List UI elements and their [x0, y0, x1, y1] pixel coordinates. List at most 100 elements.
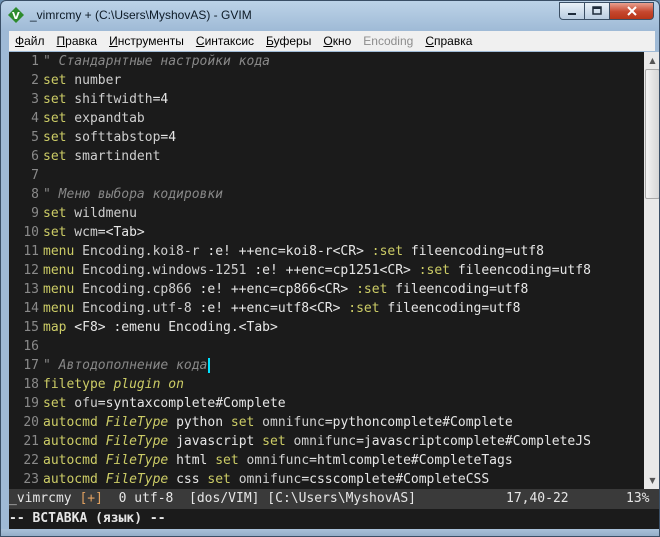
code-token: filetype [43, 377, 106, 392]
code-token: :e! ++enc=cp1251<CR> [254, 263, 419, 278]
scrollbar-thumb[interactable] [645, 69, 659, 199]
code-token: autocmd [43, 434, 98, 449]
code-token: menu [43, 282, 75, 297]
title-bar[interactable]: V _vimrcmy + (C:\Users\MyshovAS) - GVIM [1, 1, 659, 29]
code-token: =csscomplete#CompleteCSS [301, 472, 490, 487]
code-token: wildmenu [66, 206, 137, 221]
code-token: set [43, 396, 67, 411]
maximize-button[interactable] [585, 2, 610, 20]
code-token: Encoding.windows-1251 [74, 263, 255, 278]
code-line: 21 autocmd FileType javascript set omnifu… [9, 432, 644, 451]
svg-text:V: V [12, 11, 20, 22]
code-token: javascript [168, 434, 263, 449]
code-token: omnifunc [254, 415, 325, 430]
maximize-icon [592, 6, 602, 15]
gvim-window: V _vimrcmy + (C:\Users\MyshovAS) - GVIM … [0, 0, 660, 537]
code-line: 4 set expandtab [9, 109, 644, 128]
code-token: Encoding.utf-8 [74, 301, 200, 316]
code-line: 14 menu Encoding.utf-8 :e! ++enc=utf8<CR>… [9, 299, 644, 318]
line-number: 11 [23, 244, 39, 259]
line-number: 1 [31, 54, 39, 69]
code-line: 9 set wildmenu [9, 204, 644, 223]
menu-item-1[interactable]: Правка [51, 34, 104, 48]
code-token: set [230, 415, 255, 430]
text-cursor [208, 358, 211, 373]
code-token: plugin on [105, 377, 184, 392]
menu-item-label: нструменты [117, 34, 184, 48]
code-token: =pythoncomplete#Complete [324, 415, 513, 430]
code-line: 15 map <F8> :emenu Encoding.<Tab> [9, 318, 644, 337]
code-token: " Автодополнение кода [43, 358, 208, 373]
status-file-info: 0 utf-8 [dos/VIM] [C:\Users\MyshovAS] [102, 491, 417, 506]
code-line: 16 [9, 337, 644, 356]
code-token: fileencoding=utf8 [450, 263, 591, 278]
status-filename: _vimrcmy [9, 491, 80, 506]
menu-item-label: айл [24, 34, 45, 48]
code-token: set [43, 73, 67, 88]
code-token: FileType [97, 453, 169, 468]
menu-item-label: кно [332, 34, 352, 48]
code-token: " Меню выбора кодировки [43, 187, 224, 202]
menu-bar: Файл Правка Инструменты Синтаксис Буферы Окно… [9, 31, 655, 51]
menu-item-7[interactable]: Справка [419, 34, 478, 48]
line-number: 7 [31, 168, 39, 183]
menu-item-4[interactable]: Буферы [260, 34, 317, 48]
menu-item-5[interactable]: Окно [317, 34, 357, 48]
code-token: fileencoding=utf8 [387, 282, 529, 297]
line-number: 14 [23, 301, 39, 316]
line-number: 8 [31, 187, 39, 202]
menu-item-label: уферы [273, 34, 312, 48]
menu-item-3[interactable]: Синтаксис [190, 34, 260, 48]
line-number: 21 [23, 434, 39, 449]
code-token: " Стандарнтные настройки кода [43, 54, 270, 69]
window-bottom-border [1, 529, 659, 536]
close-button[interactable] [610, 2, 654, 20]
menu-item-label: Encoding [363, 34, 414, 48]
code-token: =<Tab> [97, 225, 145, 240]
line-number: 12 [23, 263, 39, 278]
menu-item-label: интаксис [204, 34, 255, 48]
line-number: 10 [23, 225, 39, 240]
code-token: set [43, 111, 67, 126]
code-token: set [43, 206, 67, 221]
menu-item-2[interactable]: Инструменты [103, 34, 190, 48]
code-line: 5 set softtabstop=4 [9, 128, 644, 147]
command-line[interactable]: -- ВСТАВКА (язык) -- [9, 509, 659, 529]
code-token: menu [43, 301, 75, 316]
menu-item-0[interactable]: Файл [9, 34, 51, 48]
code-token: Encoding.cp866 [74, 282, 200, 297]
code-line: 20 autocmd FileType python set omnifunc=p… [9, 413, 644, 432]
code-line: 10 set wcm=<Tab> [9, 223, 644, 242]
line-number: 5 [31, 130, 39, 145]
menu-item-6[interactable]: Encoding [357, 34, 419, 48]
line-number: 19 [23, 396, 39, 411]
code-token: autocmd [43, 415, 98, 430]
code-line: 18 filetype plugin on [9, 375, 644, 394]
menu-item-label: правка [433, 34, 473, 48]
close-icon [626, 6, 637, 16]
code-token: set [43, 149, 67, 164]
code-token: :set [356, 282, 388, 297]
minimize-icon [568, 13, 576, 15]
code-line: 6 set smartindent [9, 147, 644, 166]
code-token: fileencoding=utf8 [379, 301, 521, 316]
code-token: =htmlcomplete#CompleteTags [309, 453, 513, 468]
code-token: FileType [97, 415, 169, 430]
vertical-scrollbar[interactable]: ▲ ▼ [644, 52, 659, 489]
menu-item-hotkey: С [425, 34, 434, 48]
code-token: :e! ++enc=utf8<CR> [199, 301, 349, 316]
scroll-up-icon[interactable]: ▲ [644, 52, 659, 69]
line-number: 3 [31, 92, 39, 107]
code-token: expandtab [66, 111, 145, 126]
code-token: :e! ++enc=cp866<CR> [199, 282, 357, 297]
editor-area[interactable]: 1 " Стандарнтные настройки кода 2 set numbe… [9, 52, 644, 489]
code-token: set [207, 472, 231, 487]
code-token: ofu [66, 396, 98, 411]
minimize-button[interactable] [559, 2, 585, 20]
line-number: 15 [23, 320, 39, 335]
code-token: FileType [97, 434, 169, 449]
scroll-down-icon[interactable]: ▼ [644, 472, 659, 489]
code-token: fileencoding=utf8 [403, 244, 544, 259]
code-token: omnifunc [238, 453, 310, 468]
menu-item-hotkey: Ф [15, 34, 25, 48]
